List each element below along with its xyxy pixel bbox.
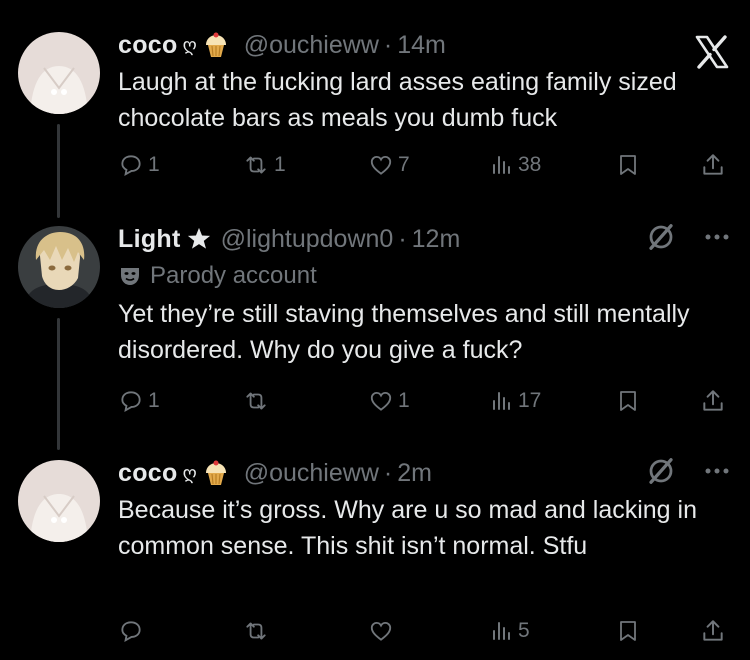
like-icon — [370, 621, 392, 641]
timestamp[interactable]: 14m — [397, 31, 446, 60]
views-count: 5 — [518, 619, 530, 642]
bookmark-button[interactable] — [616, 152, 640, 178]
heart-decoration: ღ — [182, 462, 197, 483]
views-icon — [493, 156, 510, 174]
like-button[interactable] — [368, 618, 398, 644]
reply-count: 1 — [148, 389, 160, 412]
reply-button[interactable]: 1 — [118, 388, 160, 414]
heart-decoration: ღ — [182, 34, 197, 55]
separator-dot: · — [383, 458, 393, 487]
tweet-text: Laugh at the fucking lard asses eating f… — [118, 68, 677, 132]
reply-button[interactable] — [118, 618, 148, 644]
reply-icon — [121, 621, 141, 642]
share-icon — [703, 390, 723, 411]
like-button[interactable]: 1 — [368, 388, 410, 414]
reply-icon — [121, 391, 141, 412]
like-icon — [370, 391, 392, 411]
cupcake-icon — [205, 32, 226, 57]
handle[interactable]: @ouchieww — [244, 31, 379, 60]
more-icon[interactable] — [704, 466, 730, 476]
thread-line — [57, 124, 60, 218]
handle[interactable]: @lightupdown0 — [221, 225, 394, 254]
bookmark-icon — [620, 155, 636, 175]
share-icon — [703, 154, 723, 175]
reply-icon — [121, 155, 141, 176]
repost-button[interactable] — [242, 388, 274, 414]
views-button[interactable]: 38 — [490, 152, 541, 178]
views-button[interactable]: 5 — [490, 618, 530, 644]
share-button[interactable] — [700, 152, 726, 178]
share-icon — [703, 620, 723, 641]
reply-button[interactable]: 1 — [118, 152, 160, 178]
like-count: 7 — [398, 153, 410, 176]
avatar-coco[interactable] — [18, 32, 100, 114]
handle[interactable]: @ouchieww — [244, 459, 379, 488]
grok-icon[interactable] — [646, 222, 676, 252]
grok-icon[interactable] — [646, 456, 676, 486]
timestamp[interactable]: 2m — [397, 459, 432, 488]
bookmark-button[interactable] — [616, 618, 640, 644]
views-count: 17 — [518, 389, 542, 412]
separator-dot: · — [383, 30, 393, 59]
reply-count: 1 — [148, 153, 160, 176]
views-icon — [493, 622, 510, 640]
star-icon — [187, 227, 210, 249]
repost-count: 1 — [274, 153, 286, 176]
parody-label: Parody account — [150, 262, 317, 289]
separator-dot: · — [398, 224, 407, 253]
bookmark-button[interactable] — [616, 388, 640, 414]
x-logo-icon — [695, 35, 729, 69]
repost-button[interactable]: 1 — [242, 152, 286, 178]
views-count: 38 — [518, 153, 542, 176]
like-icon — [370, 155, 392, 175]
tweet-text: Yet they’re still staving themselves and… — [118, 300, 690, 364]
theater-mask-icon — [121, 268, 139, 285]
avatar-coco[interactable] — [18, 460, 100, 542]
timestamp[interactable]: 12m — [412, 225, 461, 254]
repost-icon — [246, 622, 266, 640]
display-name[interactable]: Light — [118, 225, 181, 254]
like-count: 1 — [398, 389, 410, 412]
bookmark-icon — [620, 391, 636, 411]
bookmark-icon — [620, 621, 636, 641]
like-button[interactable]: 7 — [368, 152, 410, 178]
thread-line — [57, 318, 60, 450]
display-name[interactable]: coco — [118, 31, 178, 60]
more-icon[interactable] — [704, 232, 730, 242]
repost-icon — [246, 392, 266, 410]
views-button[interactable]: 17 — [490, 388, 541, 414]
cupcake-icon — [205, 460, 226, 485]
views-icon — [493, 392, 510, 410]
share-button[interactable] — [700, 618, 726, 644]
tweet-text: Because it’s gross. Why are u so mad and… — [118, 496, 697, 560]
repost-icon — [246, 156, 266, 174]
display-name[interactable]: coco — [118, 459, 178, 488]
avatar-light[interactable] — [18, 226, 100, 308]
repost-button[interactable] — [242, 618, 274, 644]
share-button[interactable] — [700, 388, 726, 414]
